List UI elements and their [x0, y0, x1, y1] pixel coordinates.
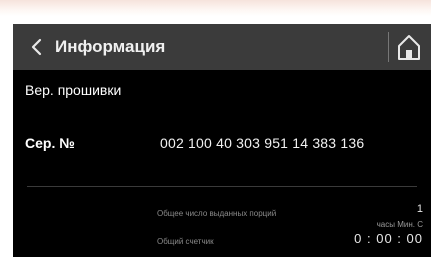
firmware-version-label: Вер. прошивки: [25, 82, 122, 98]
home-button[interactable]: [394, 31, 424, 63]
total-counter-caption: Общий счетчик: [157, 237, 214, 246]
total-counter-value: 0 : 00 : 00: [354, 231, 423, 246]
device-photo: Информация Вер. прошивки Сер. № 002 100 …: [0, 0, 431, 257]
info-screen: Информация Вер. прошивки Сер. № 002 100 …: [13, 24, 431, 257]
counter-units-label: часы Мин. С: [376, 220, 423, 229]
stats-separator: [27, 186, 417, 187]
issued-portions-value: 1: [416, 203, 423, 215]
header-divider: [388, 32, 389, 62]
device-bezel-top: [0, 0, 431, 16]
back-button[interactable]: [25, 34, 49, 60]
home-icon: [398, 35, 420, 60]
header-bar: Информация: [13, 24, 431, 70]
issued-portions-caption: Общее число выданных порций: [157, 209, 277, 218]
serial-number-value: 002 100 40 303 951 14 383 136: [160, 135, 365, 151]
page-title: Информация: [55, 37, 166, 56]
chevron-left-icon: [31, 38, 42, 56]
serial-number-label: Сер. №: [25, 135, 75, 151]
